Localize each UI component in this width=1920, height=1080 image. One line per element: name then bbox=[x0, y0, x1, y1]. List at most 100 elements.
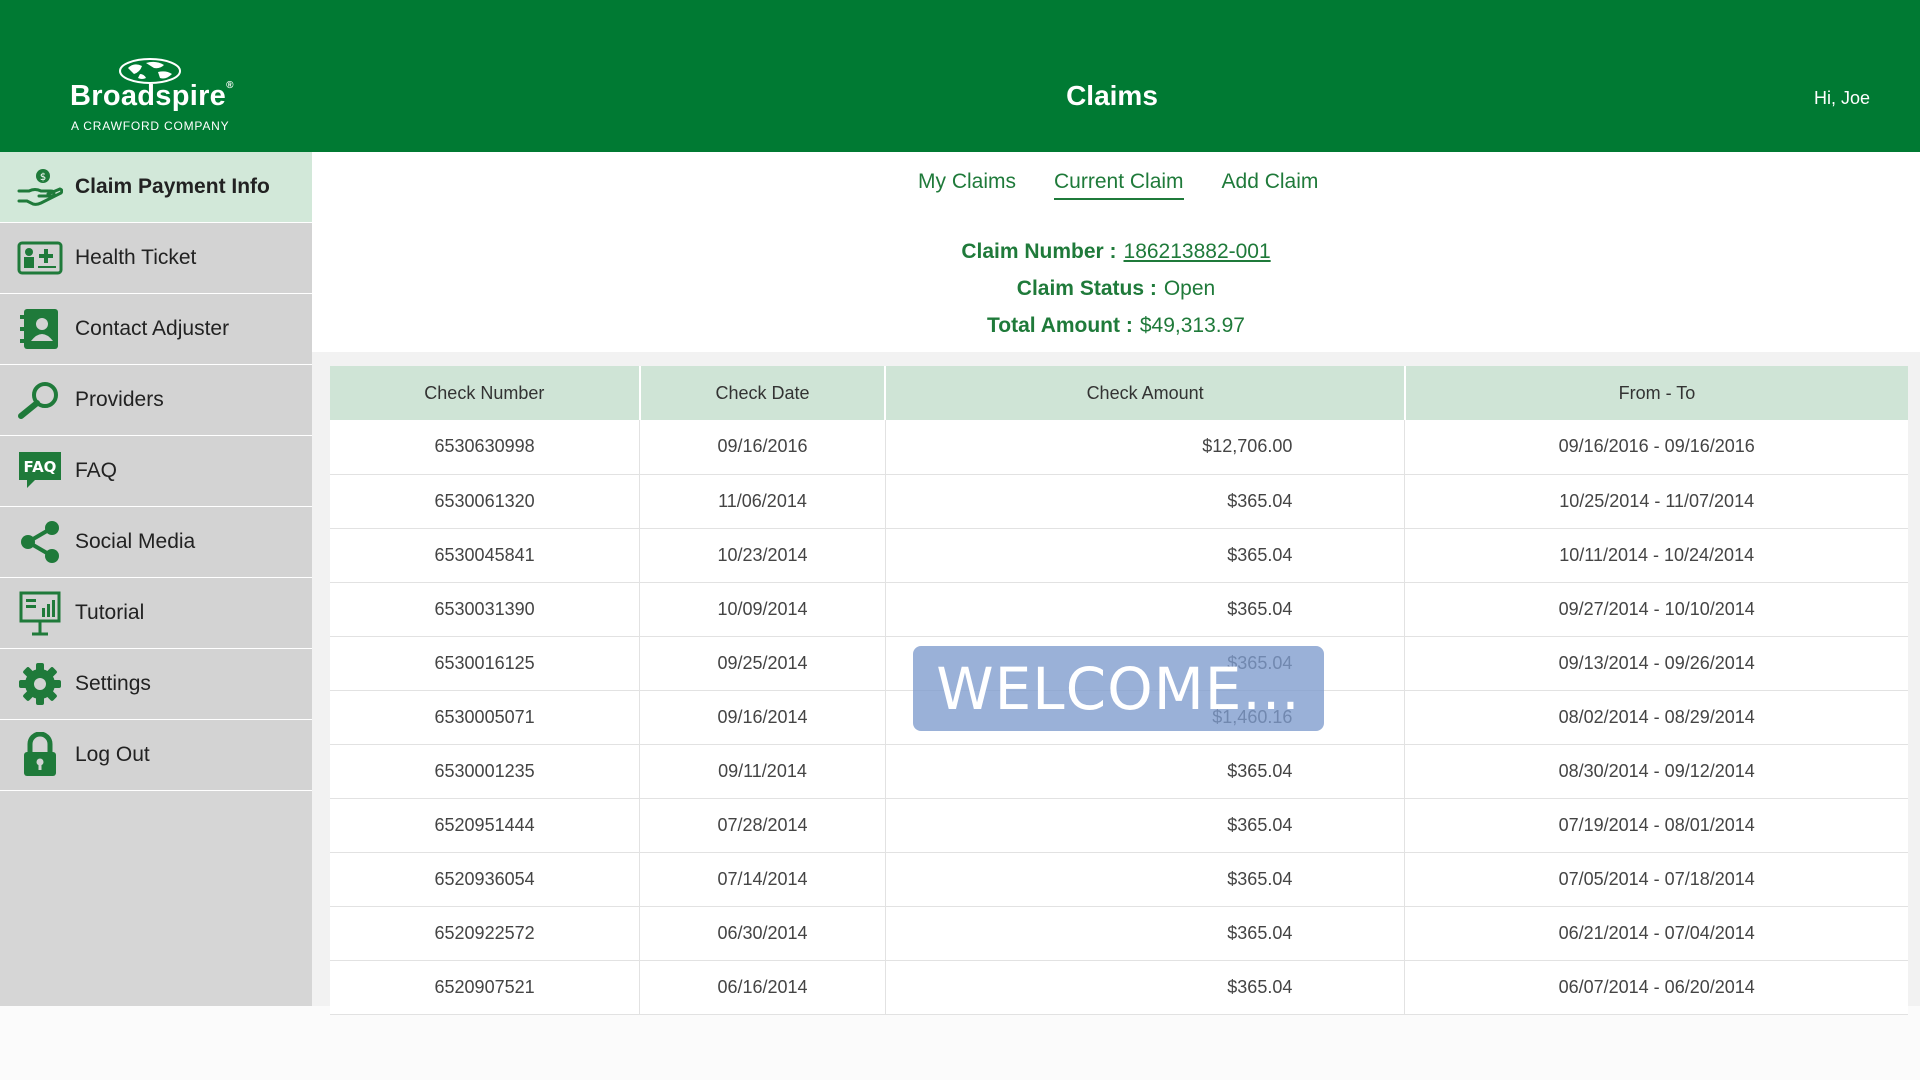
table-cell: 09/16/2014 bbox=[639, 690, 886, 745]
claim-number-row: Claim Number : 186213882-001 bbox=[312, 240, 1920, 277]
sidebar-item-label: Log Out bbox=[75, 743, 150, 766]
column-header[interactable]: Check Date bbox=[639, 366, 887, 420]
table-cell: 10/11/2014 - 10/24/2014 bbox=[1404, 528, 1908, 583]
column-header[interactable]: From - To bbox=[1404, 366, 1908, 420]
user-greeting[interactable]: Hi, Joe bbox=[1814, 88, 1870, 109]
welcome-overlay: WELCOME... bbox=[913, 646, 1324, 731]
total-amount-row: Total Amount : $49,313.97 bbox=[312, 314, 1920, 351]
table-cell: 6530045841 bbox=[330, 528, 641, 583]
table-row[interactable]: 6530630998 09/16/2016 $12,706.00 09/16/2016… bbox=[330, 420, 1908, 475]
table-row[interactable]: 6530045841 10/23/2014 $365.04 10/11/2014 - … bbox=[330, 528, 1908, 583]
table-cell: 09/16/2016 bbox=[639, 420, 886, 475]
table-cell: 07/14/2014 bbox=[639, 852, 886, 907]
sidebar-item-label: Tutorial bbox=[75, 601, 145, 624]
table-cell: $365.04 bbox=[885, 744, 1406, 799]
app-header: Broadspire® A CRAWFORD COMPANY Claims Hi… bbox=[0, 0, 1920, 152]
sidebar-item-label: Claim Payment Info bbox=[75, 175, 270, 198]
table-cell: 6530016125 bbox=[330, 636, 641, 691]
claim-number-label: Claim Number : bbox=[961, 240, 1117, 263]
tab-my-claims[interactable]: My Claims bbox=[918, 170, 1016, 200]
table-cell: 09/25/2014 bbox=[639, 636, 886, 691]
table-row[interactable]: 6530061320 11/06/2014 $365.04 10/25/2014 - … bbox=[330, 474, 1908, 529]
sidebar-item-label: Providers bbox=[75, 388, 164, 411]
sidebar-item-social-media[interactable]: Social Media bbox=[0, 507, 312, 578]
table-header-row: Check Number Check Date Check Amount Fro… bbox=[330, 366, 1908, 420]
table-cell: 07/19/2014 - 08/01/2014 bbox=[1404, 798, 1908, 853]
brand-tagline: A CRAWFORD COMPANY bbox=[71, 119, 230, 133]
table-cell: $365.04 bbox=[885, 906, 1406, 961]
contact-book-icon bbox=[16, 305, 64, 353]
table-row[interactable]: 6520951444 07/28/2014 $365.04 07/19/2014 - … bbox=[330, 798, 1908, 853]
page-title: Claims bbox=[1066, 80, 1158, 111]
table-cell: 6520907521 bbox=[330, 960, 641, 1015]
table-cell: 08/30/2014 - 09/12/2014 bbox=[1404, 744, 1908, 799]
table-cell: 11/06/2014 bbox=[639, 474, 886, 529]
table-row[interactable]: 6530031390 10/09/2014 $365.04 09/27/2014 - … bbox=[330, 582, 1908, 637]
table-cell: $365.04 bbox=[885, 582, 1406, 637]
sidebar: $ Claim Payment Info Health Ticket Conta… bbox=[0, 152, 312, 1006]
hand-money-icon: $ bbox=[16, 163, 64, 211]
sidebar-item-label: Contact Adjuster bbox=[75, 317, 230, 340]
table-cell: $12,706.00 bbox=[885, 420, 1406, 475]
column-header[interactable]: Check Number bbox=[330, 366, 641, 420]
table-cell: 6530005071 bbox=[330, 690, 641, 745]
sidebar-item-log-out[interactable]: Log Out bbox=[0, 720, 312, 791]
table-cell: $365.04 bbox=[885, 960, 1406, 1015]
table-cell: 09/11/2014 bbox=[639, 744, 886, 799]
table-cell: 6520951444 bbox=[330, 798, 641, 853]
table-cell: $365.04 bbox=[885, 528, 1406, 583]
table-cell: 07/28/2014 bbox=[639, 798, 886, 853]
table-cell: 09/16/2016 - 09/16/2016 bbox=[1404, 420, 1908, 475]
claim-summary: Claim Number : 186213882-001 Claim Statu… bbox=[312, 240, 1920, 351]
table-row[interactable]: 6530001235 09/11/2014 $365.04 08/30/2014 - … bbox=[330, 744, 1908, 799]
column-header[interactable]: Check Amount bbox=[885, 366, 1406, 420]
sidebar-item-claim-payment-info[interactable]: $ Claim Payment Info bbox=[0, 152, 312, 223]
tab-current-claim[interactable]: Current Claim bbox=[1054, 170, 1184, 200]
table-cell: 09/27/2014 - 10/10/2014 bbox=[1404, 582, 1908, 637]
table-cell: 06/21/2014 - 07/04/2014 bbox=[1404, 906, 1908, 961]
table-cell: 06/07/2014 - 06/20/2014 bbox=[1404, 960, 1908, 1015]
table-cell: 6520922572 bbox=[330, 906, 641, 961]
table-cell: $365.04 bbox=[885, 852, 1406, 907]
table-cell: 06/16/2014 bbox=[639, 960, 886, 1015]
claim-status-value: Open bbox=[1163, 277, 1216, 300]
table-row[interactable]: 6520922572 06/30/2014 $365.04 06/21/2014 - … bbox=[330, 906, 1908, 961]
tab-add-claim[interactable]: Add Claim bbox=[1222, 170, 1319, 200]
sidebar-item-label: Settings bbox=[75, 672, 151, 695]
table-cell: 10/25/2014 - 11/07/2014 bbox=[1404, 474, 1908, 529]
table-row[interactable]: 6520907521 06/16/2014 $365.04 06/07/2014 - … bbox=[330, 960, 1908, 1015]
table-row[interactable]: 6520936054 07/14/2014 $365.04 07/05/2014 - … bbox=[330, 852, 1908, 907]
magnifier-icon bbox=[16, 376, 64, 424]
table-cell: 6520936054 bbox=[330, 852, 641, 907]
gear-icon bbox=[16, 660, 64, 708]
lock-icon bbox=[16, 731, 64, 779]
sidebar-item-settings[interactable]: Settings bbox=[0, 649, 312, 720]
sidebar-item-label: Social Media bbox=[75, 530, 196, 553]
sidebar-item-faq[interactable]: FAQ FAQ bbox=[0, 436, 312, 507]
sidebar-item-contact-adjuster[interactable]: Contact Adjuster bbox=[0, 294, 312, 365]
sidebar-item-label: FAQ bbox=[75, 459, 118, 482]
table-cell: 06/30/2014 bbox=[639, 906, 886, 961]
faq-icon: FAQ bbox=[16, 447, 64, 495]
claim-status-label: Claim Status : bbox=[1016, 277, 1157, 300]
table-cell: $365.04 bbox=[885, 474, 1406, 529]
sidebar-item-providers[interactable]: Providers bbox=[0, 365, 312, 436]
table-cell: 08/02/2014 - 08/29/2014 bbox=[1404, 690, 1908, 745]
main-content: My Claims Current Claim Add Claim Claim … bbox=[312, 152, 1920, 1015]
claim-status-row: Claim Status : Open bbox=[312, 277, 1920, 314]
sidebar-item-health-ticket[interactable]: Health Ticket bbox=[0, 223, 312, 294]
table-cell: 07/05/2014 - 07/18/2014 bbox=[1404, 852, 1908, 907]
total-amount-value: $49,313.97 bbox=[1139, 314, 1245, 337]
table-cell: 6530001235 bbox=[330, 744, 641, 799]
svg-text:FAQ: FAQ bbox=[24, 458, 57, 476]
total-amount-label: Total Amount : bbox=[987, 314, 1133, 337]
sidebar-item-tutorial[interactable]: Tutorial bbox=[0, 578, 312, 649]
health-card-icon bbox=[16, 234, 64, 282]
claims-tabs: My Claims Current Claim Add Claim bbox=[918, 170, 1318, 200]
table-cell: 6530630998 bbox=[330, 420, 641, 475]
table-cell: $365.04 bbox=[885, 798, 1406, 853]
table-cell: 10/09/2014 bbox=[639, 582, 886, 637]
share-icon bbox=[16, 518, 64, 566]
table-cell: 6530061320 bbox=[330, 474, 641, 529]
claim-number-link[interactable]: 186213882-001 bbox=[1124, 240, 1271, 277]
